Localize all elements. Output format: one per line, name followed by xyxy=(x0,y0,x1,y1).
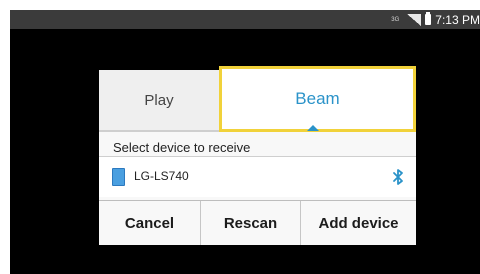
dialog-buttons: Cancel Rescan Add device xyxy=(99,201,416,245)
rescan-button[interactable]: Rescan xyxy=(201,201,301,245)
receive-prompt: Select device to receive xyxy=(113,140,251,155)
tab-beam-indicator xyxy=(307,125,319,131)
device-screen: 3G 7:13 PM Play Beam Select device to re… xyxy=(10,10,480,274)
network-label: 3G xyxy=(391,16,400,23)
battery-icon xyxy=(425,12,432,25)
device-list-item[interactable]: LG-LS740 xyxy=(99,157,416,197)
tab-play[interactable]: Play xyxy=(99,70,219,132)
status-time: 7:13 PM xyxy=(435,12,480,27)
bluetooth-icon xyxy=(393,169,403,185)
cancel-button[interactable]: Cancel xyxy=(99,201,201,245)
status-icons: 3G 7:13 PM xyxy=(391,10,480,29)
add-device-button[interactable]: Add device xyxy=(301,201,416,245)
tab-beam[interactable]: Beam xyxy=(219,66,416,132)
tab-play-label: Play xyxy=(144,91,174,109)
device-name: LG-LS740 xyxy=(134,169,189,183)
bottom-bar xyxy=(10,253,480,274)
beam-dialog: Play Beam Select device to receive LG-LS… xyxy=(99,66,416,245)
phone-icon xyxy=(112,168,125,186)
status-bar: 3G 7:13 PM xyxy=(10,10,480,29)
tab-beam-label: Beam xyxy=(295,89,340,108)
signal-icon xyxy=(407,13,422,26)
